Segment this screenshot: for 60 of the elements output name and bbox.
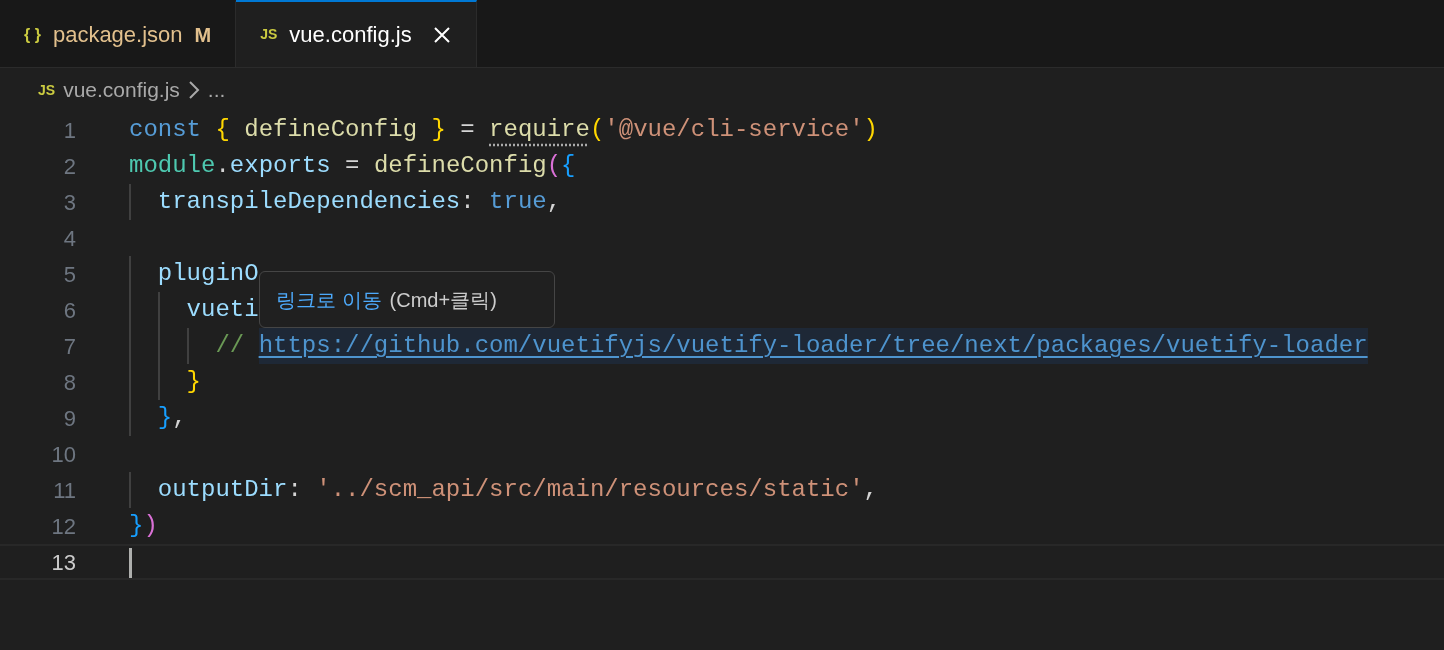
breadcrumb-item[interactable]: vue.config.js	[63, 74, 180, 106]
line-number: 4	[62, 224, 76, 253]
line-number: 6	[62, 296, 76, 325]
code-token: }	[185, 367, 201, 397]
line-number: 3	[62, 188, 76, 217]
code-token: outputDir	[156, 475, 288, 505]
code-token: //	[214, 331, 246, 361]
code-token: =	[344, 151, 361, 181]
editor-tab[interactable]: JS vue.config.js	[236, 0, 477, 67]
tooltip-shortcut: (Cmd+클릭)	[389, 287, 497, 313]
code-token: )	[143, 511, 158, 541]
code-token: module	[129, 151, 216, 181]
code-token: ,	[863, 475, 878, 505]
code-token: pluginO	[156, 259, 259, 289]
code-token: ,	[172, 403, 187, 433]
file-type-icon: { }	[24, 22, 41, 47]
code-token: '../scm_api/src/main/resources/static'	[316, 475, 864, 505]
line-number: 11	[52, 476, 76, 505]
file-type-icon: JS	[38, 79, 56, 101]
code-token: }	[129, 511, 144, 541]
line-number: 7	[62, 332, 76, 361]
tab-label: package.json	[52, 21, 183, 49]
code-token: }	[431, 115, 446, 145]
breadcrumb-item[interactable]: ...	[207, 74, 226, 106]
tab-label: vue.config.js	[289, 21, 412, 49]
code-token: )	[863, 115, 878, 145]
code-token: ,	[546, 187, 562, 217]
code-token: transpileDependencies	[156, 187, 461, 217]
line-number: 9	[62, 404, 76, 433]
code-token: const	[129, 115, 202, 145]
code-token: (	[589, 115, 605, 145]
code-token: (	[546, 151, 562, 181]
code-token: vueti	[185, 295, 259, 325]
code-token: =	[459, 115, 476, 145]
code-token: :	[287, 475, 303, 505]
line-number: 8	[62, 368, 76, 397]
code-token: }	[156, 403, 173, 433]
modified-indicator: M	[194, 22, 212, 48]
code-token: exports	[229, 151, 331, 181]
line-number: 13	[50, 548, 76, 577]
code-link[interactable]: https://github.com/vuetifyjs/vuetify-loader/tree/next/packages/vuetify-loader	[258, 328, 1368, 364]
code-token: defineConfig	[243, 115, 419, 145]
line-number: 12	[50, 512, 76, 541]
code-token: {	[561, 151, 576, 181]
tooltip-link[interactable]: 링크로 이동	[276, 284, 382, 315]
line-number: 5	[62, 260, 76, 289]
file-type-icon: JS	[260, 24, 278, 45]
code-token: true	[489, 187, 547, 217]
chevron-right-icon	[187, 80, 200, 100]
text-cursor	[129, 548, 132, 578]
code-token: defineConfig	[373, 151, 547, 181]
code-token: :	[460, 187, 476, 217]
line-number: 2	[62, 152, 76, 181]
code-token: {	[215, 115, 230, 145]
code-token: '@vue/cli-service'	[604, 115, 864, 145]
line-number: 10	[50, 440, 76, 469]
close-icon[interactable]	[431, 24, 452, 45]
code-token: .	[215, 151, 230, 181]
line-number: 1	[62, 116, 76, 145]
code-token: require	[489, 115, 590, 145]
